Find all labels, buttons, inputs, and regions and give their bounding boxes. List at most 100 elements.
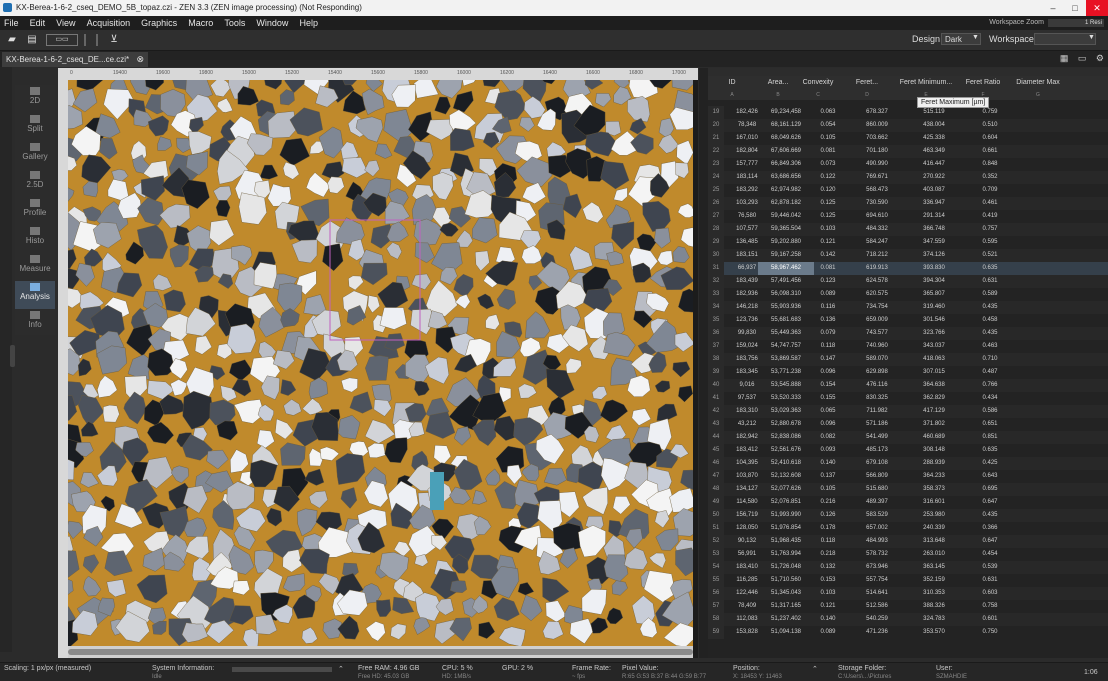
table-row[interactable]: 56 122,446 51,345.043 0.103 514.641 310.353 0.… bbox=[708, 587, 1108, 600]
table-row[interactable]: 33 182,936 56,098.310 0.089 620.575 365.807 0.… bbox=[708, 288, 1108, 301]
table-row[interactable]: 23 157,777 66,849.306 0.073 490.990 416.447 0.… bbox=[708, 158, 1108, 171]
menu-edit[interactable]: Edit bbox=[26, 16, 50, 30]
workspace-zoom-field[interactable]: 1 Resi bbox=[1048, 19, 1104, 27]
table-cell: 62,878.182 bbox=[770, 200, 802, 206]
view-histo[interactable]: Histo bbox=[15, 225, 55, 253]
table-cell: 52,561.676 bbox=[770, 447, 802, 453]
table-cell: 584.247 bbox=[866, 239, 888, 245]
table-row[interactable]: 58 112,083 51,237.402 0.140 540.259 324.783 0.… bbox=[708, 613, 1108, 626]
chevron-down-icon[interactable]: ▼ bbox=[1088, 34, 1095, 41]
table-row[interactable]: 21 167,010 68,049.626 0.105 703.662 425.338 0.… bbox=[708, 132, 1108, 145]
table-row[interactable]: 20 78,348 68,161.129 0.054 860.009 438.004 0.5… bbox=[708, 119, 1108, 132]
gear-icon[interactable]: ⚙ bbox=[1096, 53, 1104, 63]
table-row[interactable]: 40 9,016 53,545.888 0.154 476.116 364.638 0.76… bbox=[708, 379, 1108, 392]
column-header[interactable]: Diameter Max bbox=[1008, 79, 1068, 86]
table-row[interactable]: 46 104,395 52,410.618 0.140 679.108 288.939 0.… bbox=[708, 457, 1108, 470]
chevron-up-icon[interactable]: ⌃ bbox=[812, 665, 818, 673]
table-row[interactable]: 31 66,937 58,967.462 0.081 619.913 393.830 0.6… bbox=[708, 262, 1108, 275]
menu-view[interactable]: View bbox=[52, 16, 79, 30]
micrograph-image[interactable] bbox=[68, 80, 693, 646]
menu-acquisition[interactable]: Acquisition bbox=[83, 16, 135, 30]
table-row[interactable]: 42 183,310 53,029.363 0.065 711.982 417.129 0.… bbox=[708, 405, 1108, 418]
table-row[interactable]: 32 183,439 57,491.456 0.123 624.578 394.304 0.… bbox=[708, 275, 1108, 288]
table-row[interactable]: 25 183,292 62,974.982 0.120 568.473 403.087 0.… bbox=[708, 184, 1108, 197]
table-row[interactable]: 54 183,410 51,726.048 0.132 673.946 363.145 0.… bbox=[708, 561, 1108, 574]
minimize-button[interactable]: – bbox=[1042, 0, 1064, 16]
table-row[interactable]: 29 136,485 59,202.880 0.121 584.247 347.559 0.… bbox=[708, 236, 1108, 249]
cart-icon[interactable]: ⊻ bbox=[108, 34, 120, 46]
table-row[interactable]: 57 78,409 51,317.165 0.121 512.586 388.326 0.7… bbox=[708, 600, 1108, 613]
view-2-5d[interactable]: 2.5D bbox=[15, 169, 55, 197]
table-row[interactable]: 28 107,577 59,365.504 0.103 484.332 366.748 0.… bbox=[708, 223, 1108, 236]
table-cell: 0.589 bbox=[982, 291, 998, 297]
view-2d[interactable]: 2D bbox=[15, 85, 55, 113]
grain bbox=[80, 472, 100, 488]
grain bbox=[249, 459, 278, 488]
table-row[interactable]: 52 90,132 51,968.435 0.118 484.993 313.648 0.6… bbox=[708, 535, 1108, 548]
table-row[interactable]: 30 183,151 59,167.258 0.142 718.212 374.126 0.… bbox=[708, 249, 1108, 262]
workspace-select[interactable] bbox=[1034, 33, 1096, 45]
menu-window[interactable]: Window bbox=[252, 16, 292, 30]
table-row[interactable]: 36 99,830 55,449.363 0.079 743.577 323.766 0.4… bbox=[708, 327, 1108, 340]
maximize-button[interactable]: □ bbox=[1064, 0, 1086, 16]
table-row[interactable]: 19 182,426 69,234,458 0.063 678.327 515.119 0.… bbox=[708, 106, 1108, 119]
chevron-down-icon[interactable]: ▼ bbox=[972, 34, 979, 41]
table-row[interactable]: 34 146,218 55,903.936 0.116 734.754 319.460 0.… bbox=[708, 301, 1108, 314]
split-layout-icon[interactable]: ▭ bbox=[1078, 53, 1087, 63]
table-cell: 624.578 bbox=[866, 278, 888, 284]
table-row[interactable]: 51 128,050 51,976.854 0.178 657.002 240.339 0.… bbox=[708, 522, 1108, 535]
table-row[interactable]: 24 183,114 63,686.656 0.122 769.671 270.922 0.… bbox=[708, 171, 1108, 184]
column-header[interactable]: ID bbox=[712, 79, 752, 86]
highlighted-grain[interactable] bbox=[430, 472, 444, 510]
table-row[interactable]: 55 116,285 51,710.560 0.153 557.754 352.159 0.… bbox=[708, 574, 1108, 587]
menu-macro[interactable]: Macro bbox=[184, 16, 217, 30]
table-row[interactable]: 49 114,580 52,076.851 0.216 489.397 316.601 0.… bbox=[708, 496, 1108, 509]
table-row[interactable]: 50 156,719 51,993.990 0.126 583.529 253.980 0.… bbox=[708, 509, 1108, 522]
menu-help[interactable]: Help bbox=[295, 16, 322, 30]
panel-splitter[interactable] bbox=[699, 68, 708, 658]
view-gallery[interactable]: Gallery bbox=[15, 141, 55, 169]
table-cell: 364.233 bbox=[923, 473, 945, 479]
menu-graphics[interactable]: Graphics bbox=[137, 16, 181, 30]
table-row[interactable]: 53 56,991 51,763.994 0.218 578.732 263.010 0.4… bbox=[708, 548, 1108, 561]
table-row[interactable]: 43 43,212 52,880.678 0.096 571.186 371.802 0.6… bbox=[708, 418, 1108, 431]
table-row[interactable]: 27 76,580 59,446.042 0.125 694.610 291.314 0.4… bbox=[708, 210, 1108, 223]
document-tab[interactable]: KX-Berea-1-6-2_cseq_DE...ce.czi* ⊗ bbox=[2, 52, 148, 67]
column-header[interactable]: Convexity bbox=[794, 79, 842, 86]
grain bbox=[365, 621, 386, 642]
table-cell: 59,202.880 bbox=[770, 239, 802, 245]
panel-collapse-handle[interactable] bbox=[10, 345, 15, 367]
open-folder-icon[interactable]: ▰ bbox=[6, 34, 18, 46]
table-row[interactable]: 37 159,024 54,747.757 0.118 740.960 343.037 0.… bbox=[708, 340, 1108, 353]
view-measure[interactable]: Measure bbox=[15, 253, 55, 281]
table-row[interactable]: 38 183,756 53,869.587 0.147 589.070 418.063 0.… bbox=[708, 353, 1108, 366]
grid-layout-icon[interactable]: ▦ bbox=[1060, 53, 1069, 63]
table-row[interactable]: 47 103,870 52,132.608 0.137 566.809 364.233 0.… bbox=[708, 470, 1108, 483]
table-row[interactable]: 59 153,828 51,094.138 0.089 471.236 353.570 0.… bbox=[708, 626, 1108, 639]
table-row[interactable]: 26 103,293 62,878.182 0.125 730.590 336.947 0.… bbox=[708, 197, 1108, 210]
close-button[interactable]: ✕ bbox=[1086, 0, 1108, 16]
menu-tools[interactable]: Tools bbox=[220, 16, 249, 30]
column-header[interactable]: Feret... bbox=[842, 79, 892, 86]
table-row[interactable]: 44 182,942 52,838.086 0.082 541.499 460.689 0.… bbox=[708, 431, 1108, 444]
close-tab-icon[interactable]: ⊗ bbox=[136, 52, 144, 67]
image-frame-icon[interactable]: ▭▭ bbox=[46, 34, 78, 46]
view-analysis[interactable]: Analysis bbox=[15, 281, 55, 309]
column-header[interactable]: Feret Ratio bbox=[958, 79, 1008, 86]
table-row[interactable]: 22 182,804 67,606.669 0.081 701.180 463.349 0.… bbox=[708, 145, 1108, 158]
table-row[interactable]: 41 97,537 53,520.333 0.155 830.325 362.829 0.4… bbox=[708, 392, 1108, 405]
horizontal-scrollbar[interactable] bbox=[68, 646, 693, 658]
save-icon[interactable]: ▤ bbox=[26, 34, 38, 46]
table-row[interactable]: 48 134,127 52,077.626 0.105 515.680 358.373 0.… bbox=[708, 483, 1108, 496]
table-row[interactable]: 35 123,736 55,681.683 0.136 659.009 301.546 0.… bbox=[708, 314, 1108, 327]
view-split[interactable]: Split bbox=[15, 113, 55, 141]
table-row[interactable]: 39 183,345 53,771.238 0.096 629.898 307.015 0.… bbox=[708, 366, 1108, 379]
view-profile[interactable]: Profile bbox=[15, 197, 55, 225]
column-header[interactable]: Feret Minimum... bbox=[892, 79, 960, 86]
scrollbar-thumb[interactable] bbox=[68, 649, 693, 655]
menu-file[interactable]: File bbox=[0, 16, 23, 30]
chevron-up-icon[interactable]: ⌃ bbox=[338, 665, 344, 673]
table-row[interactable]: 45 183,412 52,561.676 0.093 485.173 308.148 0.… bbox=[708, 444, 1108, 457]
view-info[interactable]: Info bbox=[15, 309, 55, 337]
grain bbox=[434, 619, 456, 645]
